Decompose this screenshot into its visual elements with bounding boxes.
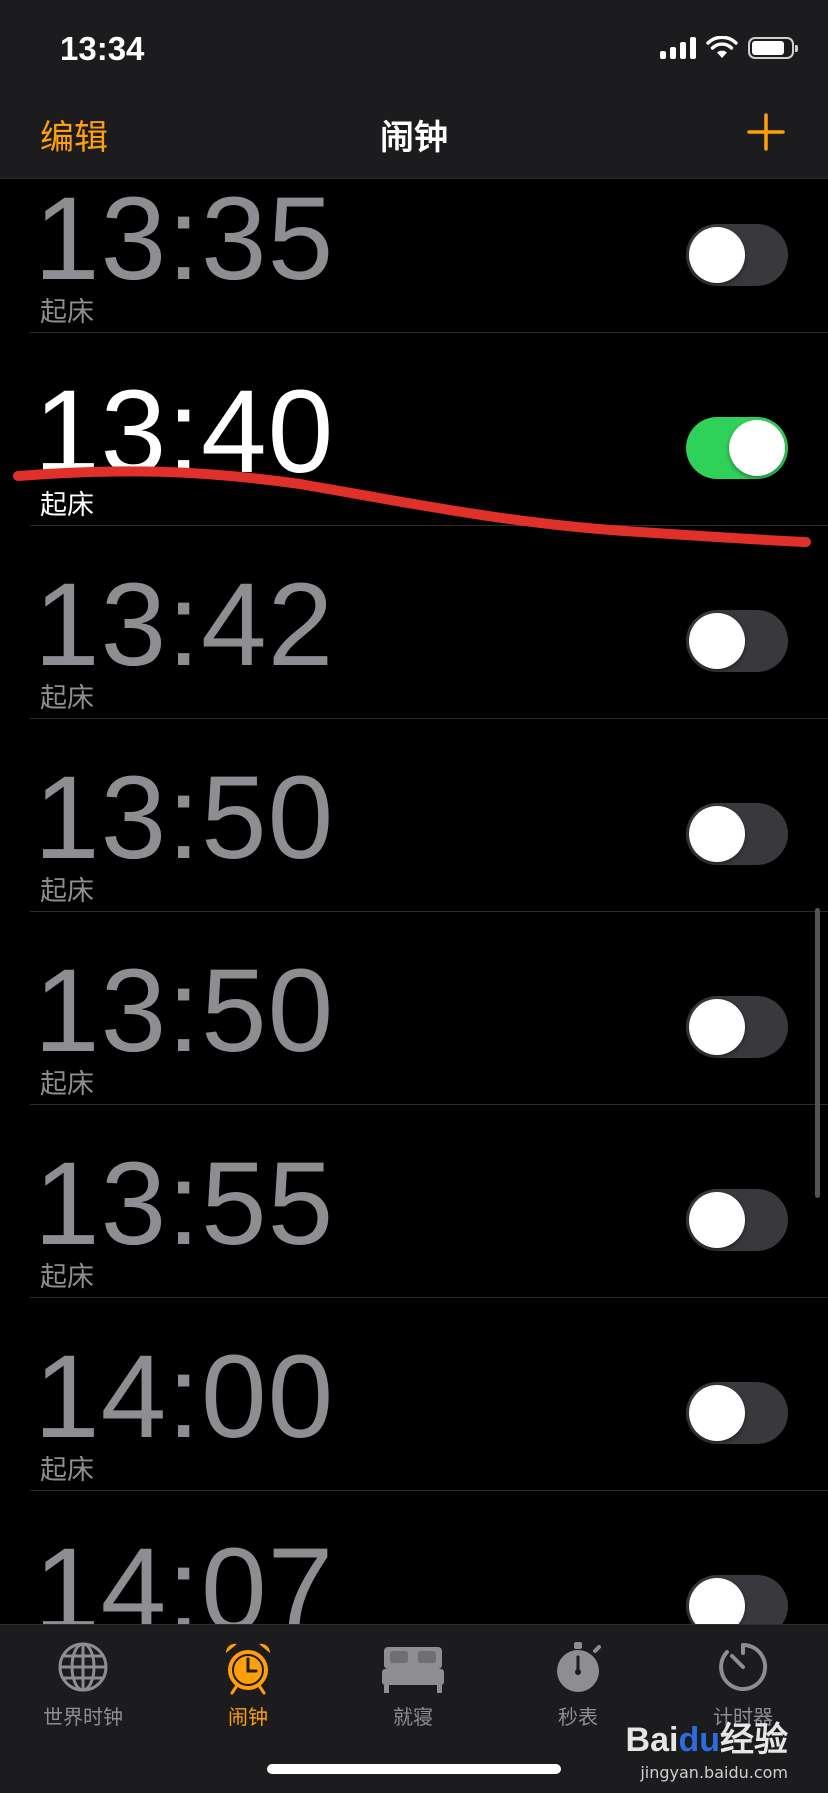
globe-icon — [58, 1642, 108, 1692]
baidu-jingyan-watermark: Baidu经验 jingyan.baidu.com — [626, 1712, 788, 1782]
toggle-knob — [689, 1192, 745, 1248]
alarm-time: 13:50 — [34, 752, 335, 884]
watermark-logo: Baidu经验 — [625, 1721, 788, 1759]
alarm-toggle[interactable] — [686, 1382, 788, 1444]
alarm-toggle[interactable] — [686, 417, 788, 479]
tab-alarm[interactable]: 闹钟 — [173, 1639, 323, 1730]
header: 13:34 编辑 闹钟 — [0, 0, 828, 179]
cellular-signal-icon — [660, 37, 696, 59]
toggle-knob — [689, 1385, 745, 1441]
alarm-toggle[interactable] — [686, 610, 788, 672]
alarm-toggle[interactable] — [686, 1189, 788, 1251]
alarm-label: 起床 — [40, 1262, 94, 1293]
alarm-row[interactable]: 13:50 起床 — [0, 912, 828, 1105]
status-icons — [660, 36, 798, 60]
toggle-knob — [689, 806, 745, 862]
plus-icon[interactable] — [746, 112, 786, 152]
alarm-list[interactable]: 13:35 起床 13:40 起床 13:42 起床 13:50 起床 13:5… — [0, 140, 828, 1684]
alarm-row[interactable]: 13:40 起床 — [0, 333, 828, 526]
alarm-clock-icon — [225, 1643, 271, 1695]
battery-icon — [748, 37, 798, 59]
toggle-knob — [689, 227, 745, 283]
scroll-indicator[interactable] — [815, 908, 820, 1198]
home-indicator[interactable] — [267, 1764, 561, 1774]
watermark-url: jingyan.baidu.com — [640, 1763, 788, 1782]
alarm-time: 13:50 — [34, 945, 335, 1077]
bed-icon — [382, 1647, 444, 1693]
timer-icon — [719, 1642, 768, 1691]
wifi-icon — [706, 36, 738, 58]
stopwatch-icon — [557, 1642, 601, 1692]
alarm-label: 起床 — [40, 1455, 94, 1486]
alarm-label: 起床 — [40, 490, 94, 521]
tab-label: 世界时钟 — [43, 1705, 123, 1729]
page-title: 闹钟 — [380, 118, 448, 158]
alarm-toggle[interactable] — [686, 996, 788, 1058]
status-time: 13:34 — [60, 30, 145, 67]
alarm-row[interactable]: 13:50 起床 — [0, 719, 828, 912]
tab-world-clock[interactable]: 世界时钟 — [8, 1639, 158, 1730]
tab-label: 闹钟 — [228, 1705, 268, 1729]
alarm-time: 13:40 — [34, 366, 335, 498]
toggle-knob — [729, 420, 785, 476]
alarm-toggle[interactable] — [686, 803, 788, 865]
alarm-label: 起床 — [40, 683, 94, 714]
alarm-time: 13:35 — [34, 173, 335, 305]
tab-bedtime[interactable]: 就寝 — [338, 1639, 488, 1730]
toggle-knob — [689, 613, 745, 669]
alarm-label: 起床 — [40, 1069, 94, 1100]
alarm-row[interactable]: 14:00 起床 — [0, 1298, 828, 1491]
alarm-time: 13:55 — [34, 1138, 335, 1270]
alarm-label: 起床 — [40, 876, 94, 907]
alarm-row[interactable]: 13:55 起床 — [0, 1105, 828, 1298]
alarm-time: 13:42 — [34, 559, 335, 691]
toggle-knob — [689, 999, 745, 1055]
alarm-time: 14:00 — [34, 1331, 335, 1463]
alarm-label: 起床 — [40, 297, 94, 328]
alarm-row[interactable]: 13:42 起床 — [0, 526, 828, 719]
tab-label: 就寝 — [393, 1705, 433, 1729]
alarm-toggle[interactable] — [686, 224, 788, 286]
